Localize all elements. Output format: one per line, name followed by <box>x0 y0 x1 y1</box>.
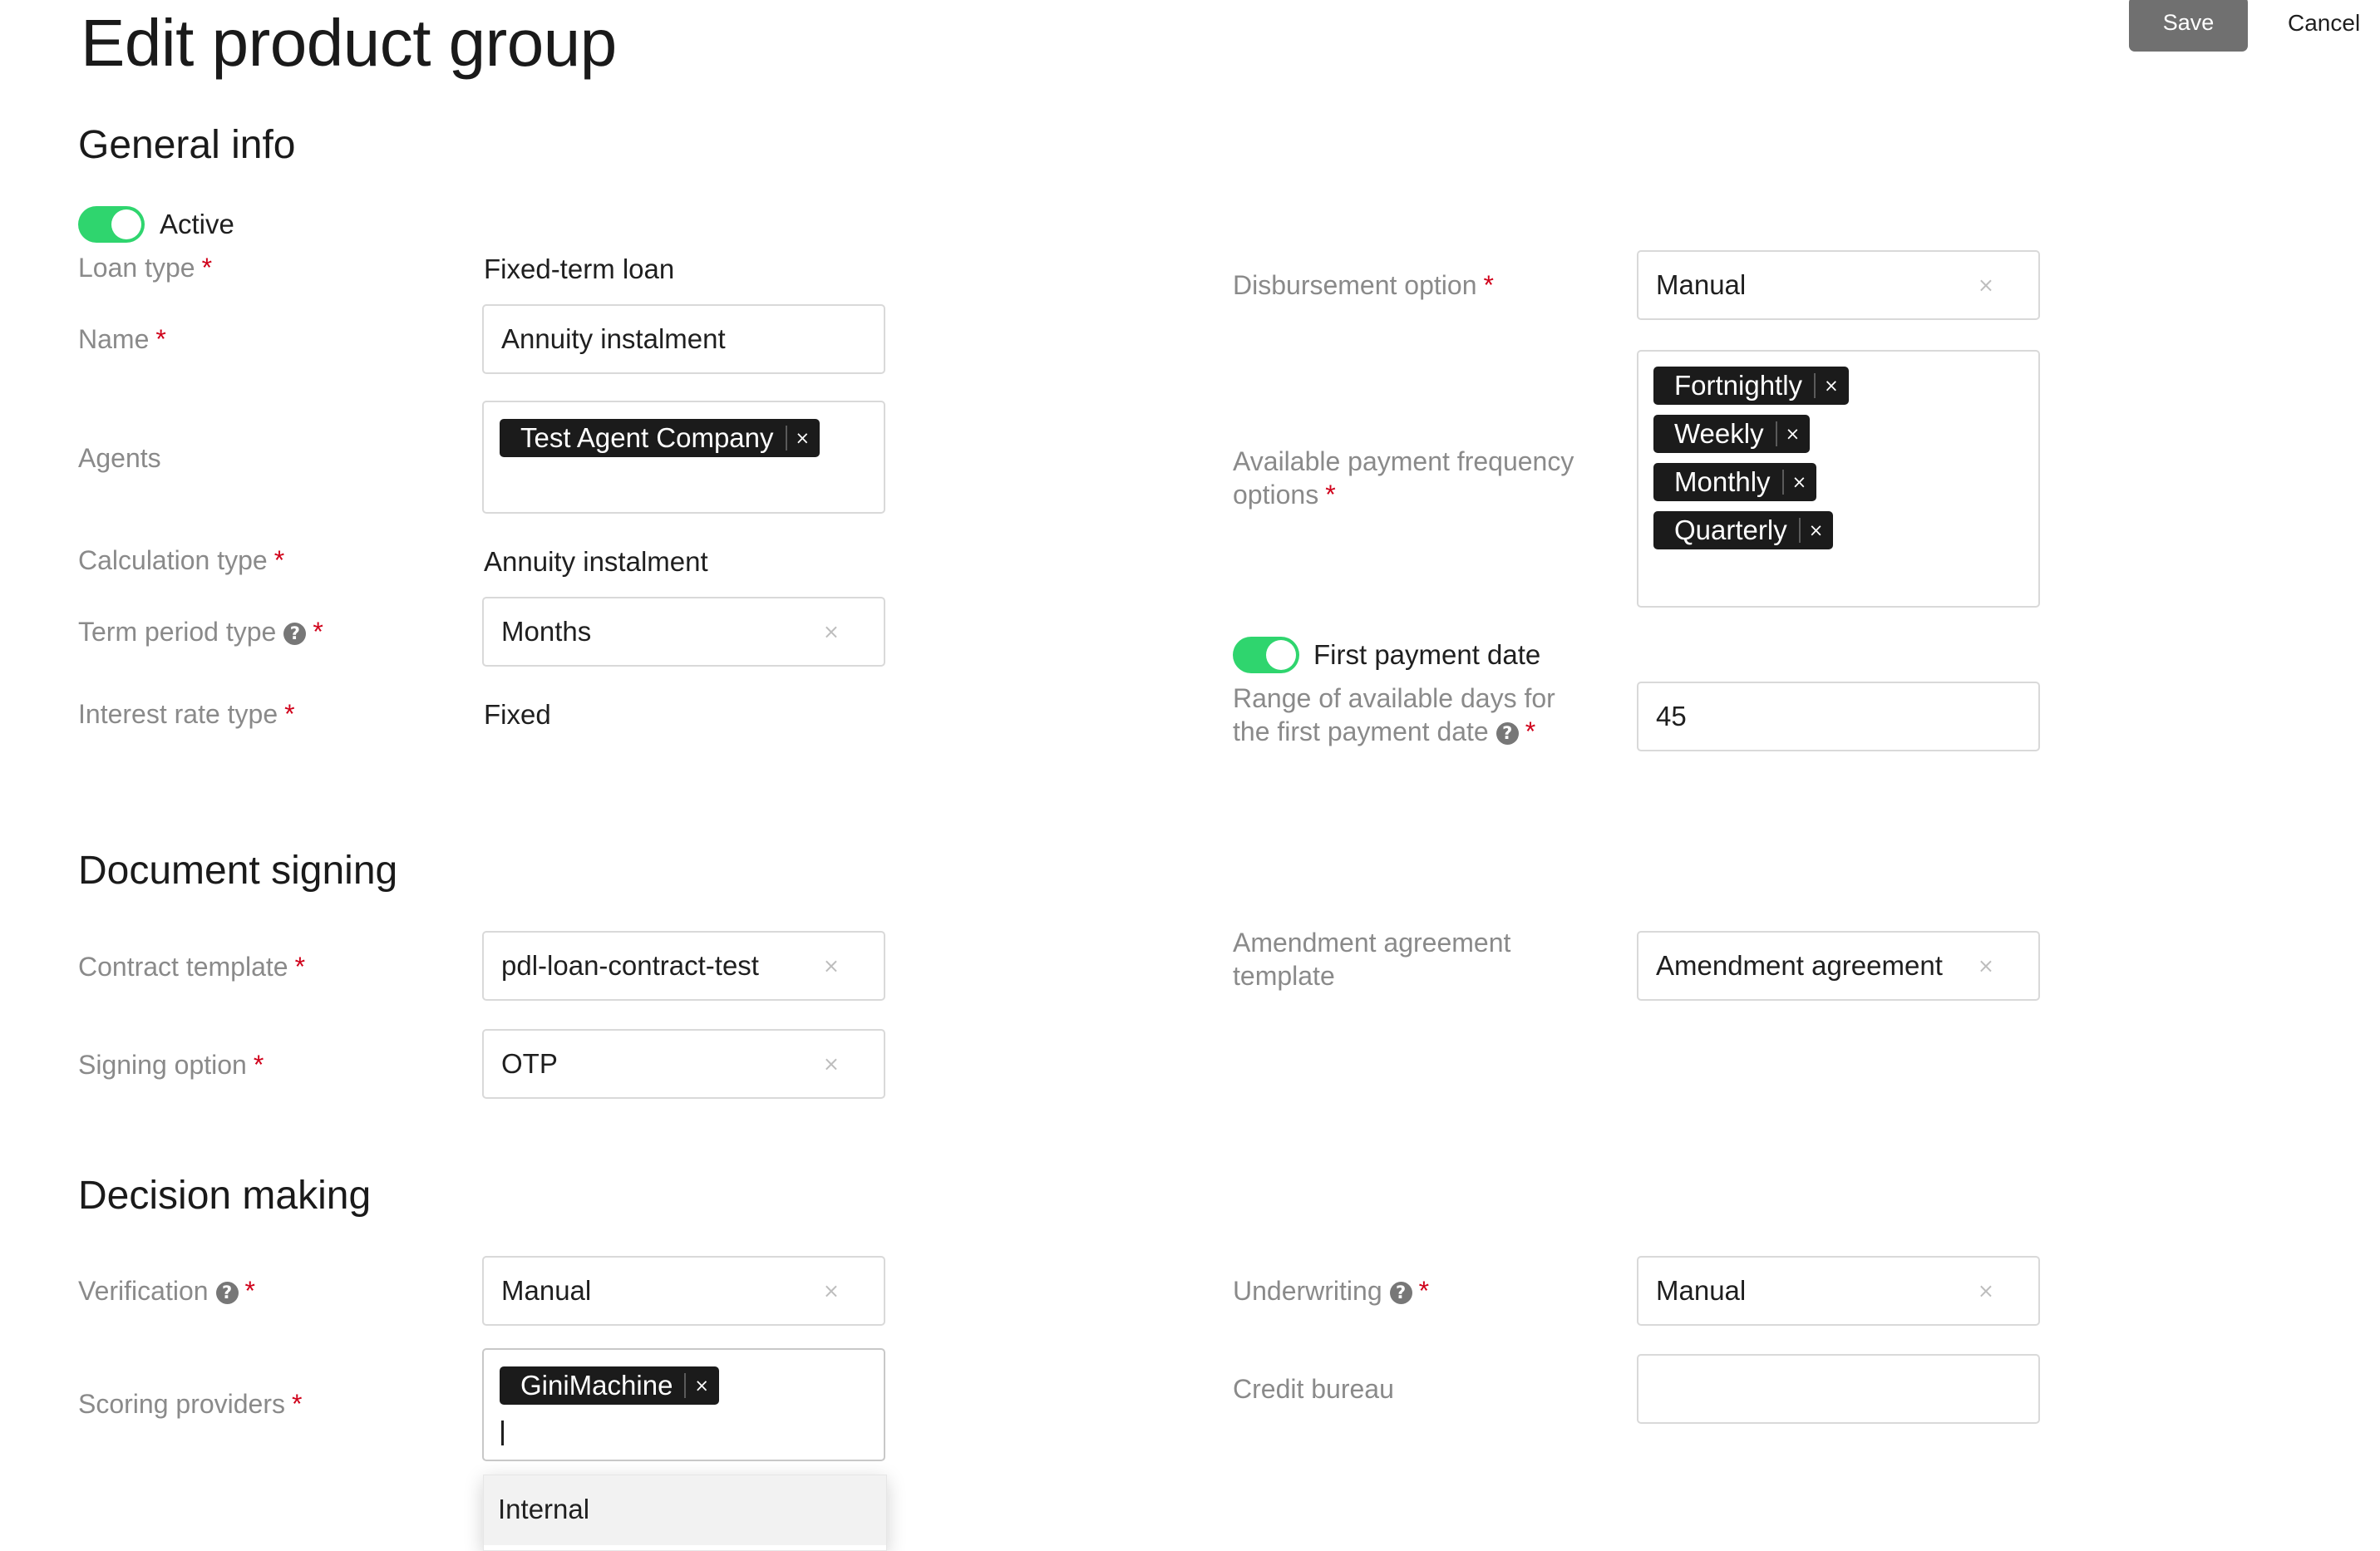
disbursement-option-select[interactable]: Manual × <box>1637 250 2040 320</box>
required-marker: * <box>294 952 306 982</box>
required-marker: * <box>292 1389 303 1419</box>
amendment-template-value: Amendment agreement <box>1656 950 1943 981</box>
frequency-tag-quarterly: Quarterly × <box>1653 511 1834 549</box>
signing-option-value: OTP <box>501 1048 558 1079</box>
signing-option-select[interactable]: OTP × <box>482 1029 885 1099</box>
cancel-button[interactable]: Cancel <box>2288 7 2360 40</box>
amendment-template-select[interactable]: Amendment agreement × <box>1637 931 2040 1001</box>
first-payment-range-input[interactable]: 45 <box>1637 682 2040 751</box>
frequency-tag-fortnightly: Fortnightly × <box>1653 367 1849 405</box>
contract-template-value: pdl-loan-contract-test <box>501 950 759 981</box>
underwriting-value: Manual <box>1656 1275 1747 1306</box>
disbursement-option-label: Disbursement option * <box>1233 270 1494 300</box>
dropdown-option-label: Internal <box>498 1494 590 1524</box>
payment-frequency-multiselect[interactable]: Fortnightly × Weekly × Monthly × Quarterly × <box>1637 350 2040 608</box>
name-label: Name * <box>78 324 166 354</box>
calculation-type-label: Calculation type * <box>78 545 285 575</box>
text-caret <box>501 1421 504 1445</box>
required-marker: * <box>284 699 295 729</box>
section-title-general-info: General info <box>78 123 296 167</box>
close-icon[interactable]: × <box>785 426 820 451</box>
amendment-label-line2: template <box>1233 961 1335 991</box>
underwriting-select[interactable]: Manual × <box>1637 1256 2040 1326</box>
verification-value: Manual <box>501 1275 592 1306</box>
interest-rate-type-label: Interest rate type * <box>78 699 295 729</box>
page-title: Edit product group <box>81 6 617 80</box>
scoring-providers-label: Scoring providers * <box>78 1389 303 1419</box>
frequency-tag-monthly: Monthly × <box>1653 463 1817 501</box>
toggle-knob <box>111 209 141 239</box>
section-title-decision-making: Decision making <box>78 1174 372 1218</box>
active-toggle[interactable] <box>78 206 145 243</box>
first-payment-range-label-line1: Range of available days for <box>1233 683 1555 713</box>
amendment-label-line1: Amendment agreement <box>1233 928 1511 958</box>
contract-template-label: Contract template * <box>78 952 306 982</box>
required-marker: * <box>1525 716 1536 746</box>
required-marker: * <box>201 253 213 283</box>
loan-type-label: Loan type * <box>78 253 213 283</box>
agent-tag: Test Agent Company × <box>500 419 820 457</box>
first-payment-date-label: First payment date <box>1313 639 1541 670</box>
verification-label: Verification? * <box>78 1276 255 1306</box>
agents-label: Agents <box>78 443 161 473</box>
close-icon[interactable]: × <box>1814 373 1849 398</box>
required-marker: * <box>244 1276 255 1306</box>
calculation-type-value: Annuity instalment <box>484 546 708 577</box>
close-icon[interactable]: × <box>1781 470 1817 495</box>
clear-icon[interactable]: × <box>1978 273 1994 297</box>
payment-frequency-label: Available payment frequency options * <box>1233 445 1574 511</box>
interest-rate-type-value: Fixed <box>484 699 551 730</box>
required-marker: * <box>313 617 323 647</box>
close-icon[interactable]: × <box>1798 518 1834 543</box>
clear-icon[interactable]: × <box>823 1052 840 1076</box>
term-period-type-value: Months <box>501 616 592 647</box>
close-icon[interactable]: × <box>1775 421 1811 446</box>
signing-option-label: Signing option * <box>78 1050 264 1080</box>
help-icon[interactable]: ? <box>1389 1282 1412 1305</box>
contract-template-select[interactable]: pdl-loan-contract-test × <box>482 931 885 1001</box>
clear-icon[interactable]: × <box>1978 954 1994 977</box>
agents-multiselect[interactable]: Test Agent Company × <box>482 401 885 514</box>
first-payment-date-toggle[interactable] <box>1233 637 1299 673</box>
required-marker: * <box>1325 480 1336 510</box>
required-marker: * <box>253 1050 264 1080</box>
term-period-type-label: Term period type? * <box>78 617 323 647</box>
toggle-knob <box>1266 640 1296 670</box>
name-input[interactable]: Annuity instalment <box>482 304 885 374</box>
scoring-providers-dropdown: Internal <box>483 1475 887 1551</box>
required-marker: * <box>273 545 285 575</box>
required-marker: * <box>1418 1276 1430 1306</box>
loan-type-value: Fixed-term loan <box>484 254 675 284</box>
help-icon[interactable]: ? <box>215 1282 239 1305</box>
scoring-provider-tag: GiniMachine × <box>500 1366 720 1405</box>
help-icon[interactable]: ? <box>283 623 307 646</box>
section-title-document-signing: Document signing <box>78 849 398 893</box>
payment-frequency-label-line1: Available payment frequency <box>1233 446 1574 476</box>
close-icon[interactable]: × <box>684 1373 719 1398</box>
clear-icon[interactable]: × <box>1978 1279 1994 1302</box>
clear-icon[interactable]: × <box>823 954 840 977</box>
clear-icon[interactable]: × <box>823 1279 840 1302</box>
save-button[interactable]: Save <box>2129 0 2248 52</box>
clear-icon[interactable]: × <box>823 620 840 643</box>
dropdown-option-internal[interactable]: Internal <box>484 1475 886 1545</box>
required-marker: * <box>1483 270 1494 300</box>
verification-select[interactable]: Manual × <box>482 1256 885 1326</box>
frequency-tag-weekly: Weekly × <box>1653 415 1811 453</box>
first-payment-range-label-line2: the first payment date <box>1233 716 1489 746</box>
first-payment-range-label: Range of available days for the first pa… <box>1233 682 1555 748</box>
payment-frequency-label-line2: options <box>1233 480 1319 510</box>
name-input-value: Annuity instalment <box>501 323 726 354</box>
required-marker: * <box>155 324 166 354</box>
scoring-providers-multiselect[interactable]: GiniMachine × <box>482 1348 885 1461</box>
credit-bureau-label: Credit bureau <box>1233 1374 1394 1404</box>
active-toggle-label: Active <box>160 209 234 239</box>
underwriting-label: Underwriting? * <box>1233 1276 1430 1306</box>
amendment-template-label: Amendment agreement template <box>1233 926 1510 992</box>
term-period-type-select[interactable]: Months × <box>482 597 885 667</box>
credit-bureau-select[interactable] <box>1637 1354 2040 1424</box>
help-icon[interactable]: ? <box>1496 722 1519 746</box>
first-payment-range-value: 45 <box>1656 701 1687 731</box>
disbursement-option-value: Manual <box>1656 269 1747 300</box>
